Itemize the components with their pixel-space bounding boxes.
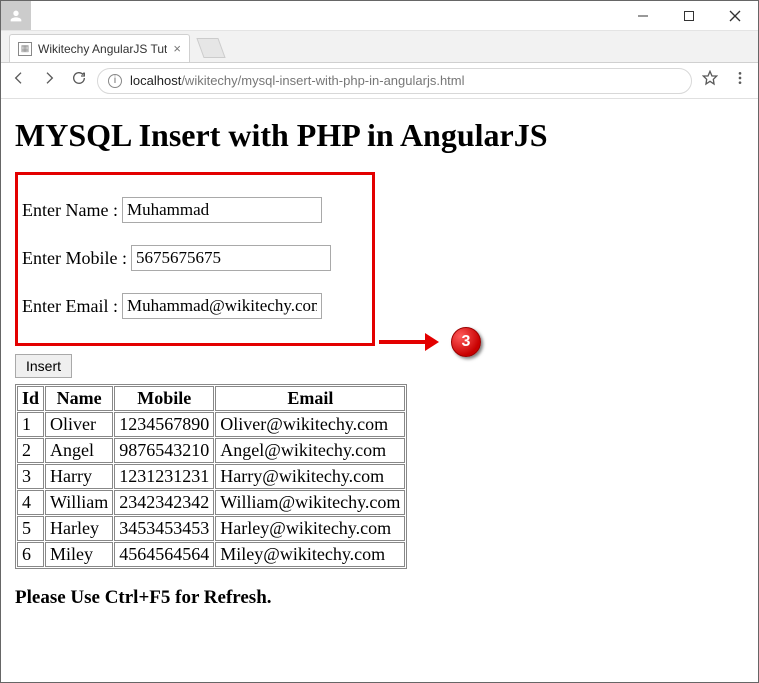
arrow-icon	[379, 340, 425, 344]
cell-name: William	[45, 490, 113, 515]
browser-tab[interactable]: ▦ Wikitechy AngularJS Tut ×	[9, 34, 190, 62]
arrow-head-icon	[425, 333, 439, 351]
insert-form: Enter Name : Enter Mobile : Enter Email …	[15, 172, 375, 346]
menu-icon[interactable]	[732, 70, 748, 91]
name-label: Enter Name :	[22, 200, 118, 221]
col-email: Email	[215, 386, 405, 411]
cell-name: Angel	[45, 438, 113, 463]
cell-name: Harry	[45, 464, 113, 489]
cell-email: Angel@wikitechy.com	[215, 438, 405, 463]
page-content: MYSQL Insert with PHP in AngularJS Enter…	[1, 99, 758, 617]
col-name: Name	[45, 386, 113, 411]
cell-email: William@wikitechy.com	[215, 490, 405, 515]
table-row: 6Miley4564564564Miley@wikitechy.com	[17, 542, 405, 567]
cell-id: 4	[17, 490, 44, 515]
table-row: 5Harley3453453453Harley@wikitechy.com	[17, 516, 405, 541]
insert-button[interactable]: Insert	[15, 354, 72, 378]
table-header-row: Id Name Mobile Email	[17, 386, 405, 411]
page-favicon-icon: ▦	[18, 42, 32, 56]
email-label: Enter Email :	[22, 296, 118, 317]
bookmark-star-icon[interactable]	[702, 70, 718, 91]
mobile-label: Enter Mobile :	[22, 248, 127, 269]
col-id: Id	[17, 386, 44, 411]
name-input[interactable]	[122, 197, 322, 223]
url-path: /wikitechy/mysql-insert-with-php-in-angu…	[181, 73, 464, 88]
new-tab-button[interactable]	[196, 38, 225, 58]
back-button[interactable]	[11, 70, 27, 91]
table-row: 3Harry1231231231Harry@wikitechy.com	[17, 464, 405, 489]
cell-id: 6	[17, 542, 44, 567]
page-heading: MYSQL Insert with PHP in AngularJS	[15, 117, 744, 154]
forward-button[interactable]	[41, 70, 57, 91]
cell-id: 5	[17, 516, 44, 541]
window-titlebar	[1, 1, 758, 31]
cell-id: 3	[17, 464, 44, 489]
window-minimize-button[interactable]	[620, 1, 666, 30]
records-table: Id Name Mobile Email 1Oliver1234567890Ol…	[15, 384, 407, 569]
cell-id: 1	[17, 412, 44, 437]
window-maximize-button[interactable]	[666, 1, 712, 30]
url-host: localhost	[130, 73, 181, 88]
cell-id: 2	[17, 438, 44, 463]
browser-tabstrip: ▦ Wikitechy AngularJS Tut ×	[1, 31, 758, 63]
email-input[interactable]	[122, 293, 322, 319]
cell-mobile: 1234567890	[114, 412, 214, 437]
col-mobile: Mobile	[114, 386, 214, 411]
cell-mobile: 1231231231	[114, 464, 214, 489]
tab-close-icon[interactable]: ×	[173, 41, 181, 56]
cell-name: Harley	[45, 516, 113, 541]
cell-email: Harley@wikitechy.com	[215, 516, 405, 541]
reload-button[interactable]	[71, 70, 87, 91]
refresh-note: Please Use Ctrl+F5 for Refresh.	[15, 587, 744, 609]
profile-icon[interactable]	[1, 1, 31, 30]
table-row: 1Oliver1234567890Oliver@wikitechy.com	[17, 412, 405, 437]
table-row: 4William2342342342William@wikitechy.com	[17, 490, 405, 515]
cell-name: Miley	[45, 542, 113, 567]
annotation-callout: 3	[379, 327, 481, 357]
annotation-badge: 3	[451, 327, 481, 357]
cell-mobile: 4564564564	[114, 542, 214, 567]
cell-mobile: 2342342342	[114, 490, 214, 515]
address-bar[interactable]: i localhost/wikitechy/mysql-insert-with-…	[97, 68, 692, 94]
cell-mobile: 9876543210	[114, 438, 214, 463]
window-close-button[interactable]	[712, 1, 758, 30]
cell-name: Oliver	[45, 412, 113, 437]
mobile-input[interactable]	[131, 245, 331, 271]
cell-email: Miley@wikitechy.com	[215, 542, 405, 567]
table-row: 2Angel9876543210Angel@wikitechy.com	[17, 438, 405, 463]
browser-tab-title: Wikitechy AngularJS Tut	[38, 42, 167, 56]
cell-mobile: 3453453453	[114, 516, 214, 541]
cell-email: Harry@wikitechy.com	[215, 464, 405, 489]
browser-toolbar: i localhost/wikitechy/mysql-insert-with-…	[1, 63, 758, 99]
site-info-icon[interactable]: i	[108, 74, 122, 88]
cell-email: Oliver@wikitechy.com	[215, 412, 405, 437]
